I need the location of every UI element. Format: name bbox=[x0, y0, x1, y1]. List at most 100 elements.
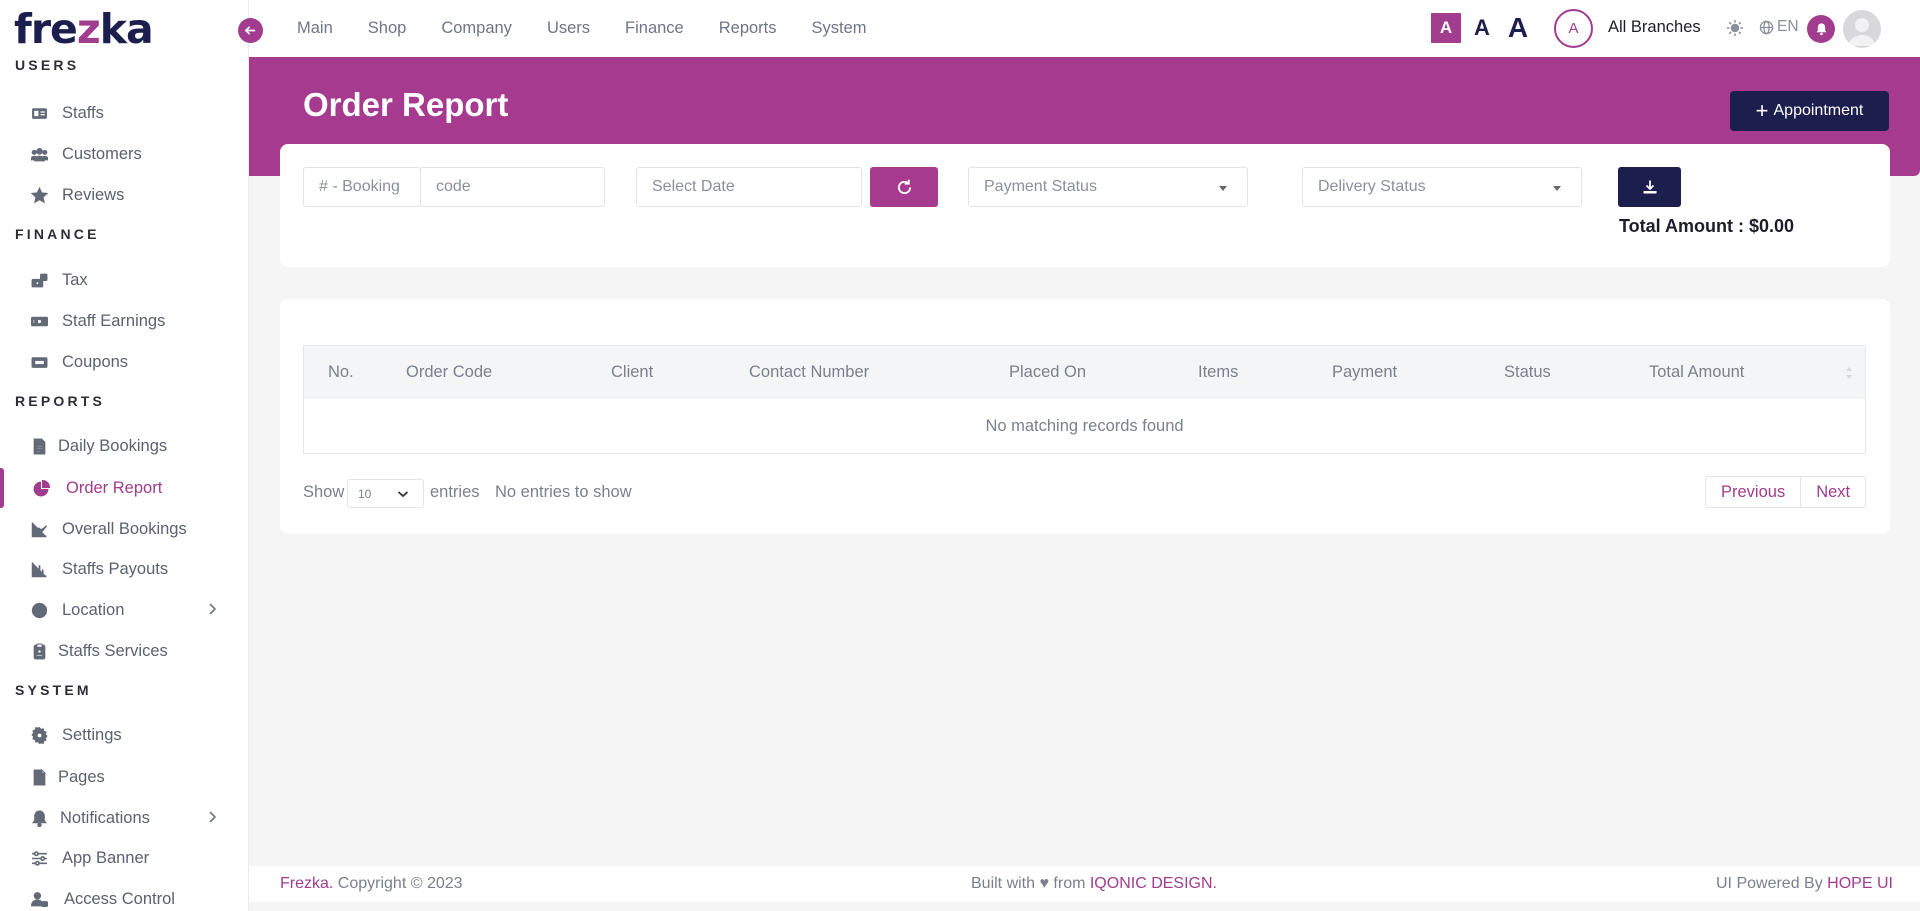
section-system: SYSTEM bbox=[15, 682, 92, 698]
delivery-status-select[interactable]: Delivery Status bbox=[1302, 167, 1582, 207]
footer-hopeui-link[interactable]: HOPE UI bbox=[1827, 875, 1893, 892]
topnav-company[interactable]: Company bbox=[441, 19, 512, 38]
sidebar: USERS Staffs Customers Reviews FINANCE T… bbox=[0, 0, 249, 911]
sidebar-item-notifications[interactable]: Notifications bbox=[0, 799, 248, 837]
payment-status-value: Payment Status bbox=[984, 178, 1097, 195]
reset-filter-button[interactable] bbox=[870, 167, 938, 207]
font-size-switcher: A A A bbox=[1431, 12, 1543, 44]
sidebar-toggle-button[interactable] bbox=[238, 18, 263, 43]
col-total-amount[interactable]: Total Amount bbox=[1649, 363, 1744, 382]
sort-icon[interactable] bbox=[1845, 366, 1853, 380]
col-placed-on[interactable]: Placed On bbox=[1009, 363, 1086, 382]
export-button[interactable] bbox=[1618, 167, 1681, 207]
footer-powered: UI Powered By HOPE UI bbox=[1716, 875, 1893, 893]
topnav-shop[interactable]: Shop bbox=[368, 19, 407, 38]
topnav-finance[interactable]: Finance bbox=[625, 19, 684, 38]
sidebar-item-location[interactable]: Location bbox=[0, 591, 248, 629]
refresh-icon bbox=[897, 178, 911, 194]
sidebar-item-reviews[interactable]: Reviews bbox=[0, 176, 248, 214]
money-icon bbox=[29, 311, 49, 331]
sidebar-item-access-control[interactable]: Access Control bbox=[0, 880, 248, 911]
col-status[interactable]: Status bbox=[1504, 363, 1551, 382]
users-icon bbox=[29, 144, 49, 164]
sidebar-item-staff-earnings[interactable]: Staff Earnings bbox=[0, 302, 248, 340]
total-amount: Total Amount : $0.00 bbox=[1619, 216, 1794, 237]
topnav-system[interactable]: System bbox=[812, 19, 867, 38]
section-finance: FINANCE bbox=[15, 226, 100, 242]
brand-logo[interactable]: frezka bbox=[14, 6, 244, 52]
sidebar-item-overall-bookings[interactable]: Overall Bookings bbox=[0, 510, 248, 548]
sidebar-item-label: Location bbox=[62, 600, 125, 619]
pagination: Previous Next bbox=[1705, 476, 1867, 508]
sidebar-item-label: Daily Bookings bbox=[58, 436, 168, 455]
col-order-code[interactable]: Order Code bbox=[406, 363, 492, 382]
font-size-small-button[interactable]: A bbox=[1431, 13, 1461, 43]
col-no[interactable]: No. bbox=[328, 363, 354, 382]
topnav-users[interactable]: Users bbox=[547, 19, 590, 38]
sliders-icon bbox=[29, 848, 49, 868]
sidebar-item-label: Settings bbox=[62, 725, 122, 744]
sidebar-item-app-banner[interactable]: App Banner bbox=[0, 839, 248, 877]
theme-toggle-icon[interactable] bbox=[1726, 19, 1744, 37]
id-card-icon bbox=[29, 103, 49, 123]
date-picker-input[interactable]: Select Date bbox=[636, 167, 862, 207]
branch-avatar[interactable]: A bbox=[1554, 9, 1593, 48]
sidebar-item-coupons[interactable]: Coupons bbox=[0, 343, 248, 381]
sidebar-item-staffs[interactable]: Staffs bbox=[0, 94, 248, 132]
footer-iqonic-link[interactable]: IQONIC DESIGN. bbox=[1090, 875, 1217, 892]
next-page-button[interactable]: Next bbox=[1801, 477, 1865, 507]
sidebar-item-tax[interactable]: Tax bbox=[0, 261, 248, 299]
chevron-right-icon bbox=[209, 603, 217, 615]
branch-selector[interactable]: All Branches bbox=[1608, 18, 1701, 37]
bar-chart-icon bbox=[29, 559, 49, 579]
page-title: Order Report bbox=[303, 86, 509, 123]
globe-icon bbox=[1759, 20, 1774, 34]
download-icon bbox=[1643, 180, 1656, 194]
previous-page-button[interactable]: Previous bbox=[1706, 477, 1802, 507]
sidebar-item-settings[interactable]: Settings bbox=[0, 716, 248, 754]
chevron-down-icon bbox=[397, 491, 409, 498]
empty-table-message: No matching records found bbox=[985, 417, 1184, 435]
language-selector[interactable]: EN bbox=[1759, 18, 1799, 36]
footer-brand-link[interactable]: Frezka. bbox=[280, 875, 333, 892]
add-appointment-button[interactable]: + Appointment bbox=[1730, 91, 1889, 131]
entries-label: entries bbox=[430, 483, 480, 501]
booking-prefix-label: # - Booking bbox=[303, 167, 421, 207]
sidebar-item-staffs-payouts[interactable]: Staffs Payouts bbox=[0, 550, 248, 588]
sidebar-item-daily-bookings[interactable]: Daily Bookings bbox=[0, 427, 248, 465]
font-size-medium-button[interactable]: A bbox=[1471, 15, 1493, 41]
payment-status-select[interactable]: Payment Status bbox=[968, 167, 1248, 207]
footer-copyright: Frezka. Copyright © 2023 bbox=[280, 875, 463, 893]
font-size-large-button[interactable]: A bbox=[1503, 12, 1533, 44]
footer-copyright-text: Copyright © 2023 bbox=[333, 875, 463, 892]
topnav-main[interactable]: Main bbox=[297, 19, 333, 38]
col-payment[interactable]: Payment bbox=[1332, 363, 1397, 382]
top-nav: Main Shop Company Users Finance Reports … bbox=[297, 0, 902, 57]
col-client[interactable]: Client bbox=[611, 363, 653, 382]
sidebar-item-order-report[interactable]: Order Report bbox=[0, 469, 248, 507]
file-icon bbox=[29, 436, 49, 456]
sidebar-item-staffs-services[interactable]: Staffs Services bbox=[0, 632, 248, 670]
sidebar-item-pages[interactable]: Pages bbox=[0, 758, 248, 796]
sidebar-item-label: Customers bbox=[62, 144, 142, 163]
topnav-reports[interactable]: Reports bbox=[719, 19, 777, 38]
globe-icon bbox=[29, 600, 49, 620]
page-size-select[interactable]: 10 bbox=[347, 479, 424, 508]
col-items[interactable]: Items bbox=[1198, 363, 1238, 382]
section-reports: REPORTS bbox=[15, 393, 106, 409]
sidebar-item-label: Staffs bbox=[62, 103, 104, 122]
page-icon bbox=[29, 767, 49, 787]
col-contact-number[interactable]: Contact Number bbox=[749, 363, 869, 382]
table-info: No entries to show bbox=[495, 483, 632, 501]
caret-down-icon bbox=[1219, 186, 1227, 191]
clipboard-icon bbox=[29, 641, 49, 661]
user-icon bbox=[1848, 18, 1876, 46]
notifications-button[interactable] bbox=[1807, 15, 1835, 43]
gear-icon bbox=[29, 725, 49, 745]
user-avatar[interactable] bbox=[1843, 10, 1881, 48]
booking-code-input[interactable]: code bbox=[420, 167, 605, 207]
sidebar-item-customers[interactable]: Customers bbox=[0, 135, 248, 173]
sidebar-item-label: Coupons bbox=[62, 352, 129, 371]
sidebar-item-label: Staff Earnings bbox=[62, 311, 166, 330]
sidebar-item-label: Pages bbox=[58, 767, 105, 786]
